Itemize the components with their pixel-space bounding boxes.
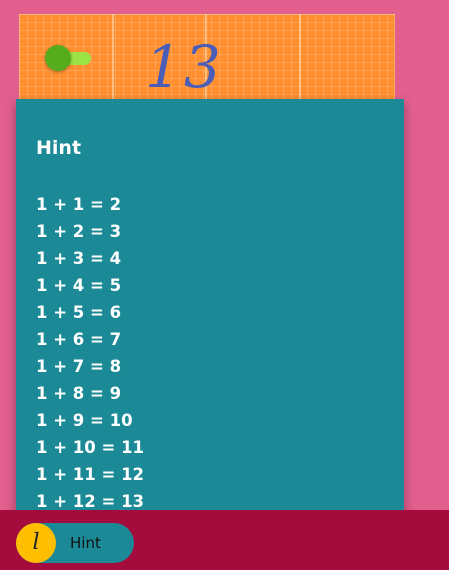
hint-item: 1 + 8 = 9	[36, 384, 122, 403]
hint-item: 1 + 6 = 7	[36, 330, 122, 349]
hint-item: 1 + 11 = 12	[36, 465, 145, 484]
hint-item: 1 + 9 = 10	[36, 411, 133, 430]
hint-item: 1 + 3 = 4	[36, 249, 122, 268]
hint-item: 1 + 2 = 3	[36, 222, 122, 241]
hint-item: 1 + 1 = 2	[36, 195, 122, 214]
hint-button[interactable]: l Hint	[16, 523, 134, 563]
toggle-knob	[45, 45, 71, 71]
handwritten-answer: 13	[145, 33, 223, 101]
toggle-switch[interactable]	[45, 45, 91, 71]
hint-panel: Hint 1 + 1 = 2 1 + 2 = 3 1 + 3 = 4 1 + 4…	[16, 99, 404, 522]
hint-item: 1 + 10 = 11	[36, 438, 145, 457]
hint-badge-icon: l	[16, 523, 56, 563]
hint-button-label: Hint	[70, 534, 101, 552]
hint-item: 1 + 4 = 5	[36, 276, 122, 295]
hint-panel-title: Hint	[36, 137, 82, 159]
hint-item: 1 + 5 = 6	[36, 303, 122, 322]
hint-list: 1 + 1 = 2 1 + 2 = 3 1 + 3 = 4 1 + 4 = 5 …	[36, 191, 144, 515]
game-board: 13	[19, 14, 395, 102]
hint-item: 1 + 7 = 8	[36, 357, 122, 376]
